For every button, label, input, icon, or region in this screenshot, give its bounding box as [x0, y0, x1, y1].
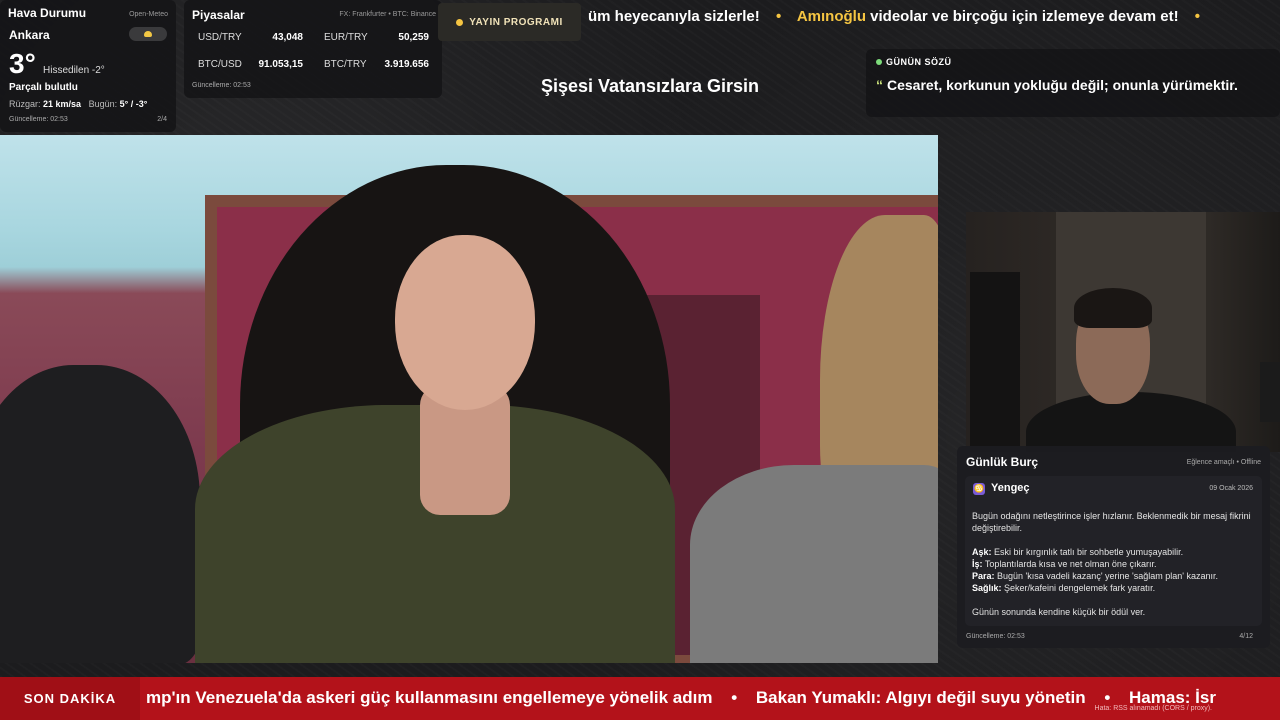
markets-updated: Güncelleme: 02:53: [192, 82, 251, 89]
health-text: Şeker/kafeini dengelemek fark yaratır.: [1004, 583, 1156, 593]
horoscope-money: Para: Bugün 'kısa vadeli kazanç' yerine …: [972, 570, 1255, 582]
main-video[interactable]: [0, 135, 938, 663]
webcam-shelf: [970, 272, 1020, 452]
today-value: 5° / -3°: [119, 99, 148, 109]
rate-btc-try: BTC/TRY 3.919.656: [324, 59, 429, 70]
breaking-error: Hata: RSS alınamadı (CORS / proxy).: [1094, 705, 1212, 712]
weather-page: 2/4: [157, 116, 167, 123]
quote-body: Cesaret, korkunun yokluğu değil; onunla …: [887, 77, 1238, 93]
today-label: Bugün:: [88, 99, 118, 109]
quote-title-text: GÜNÜN SÖZÜ: [886, 57, 952, 67]
wind-value: 21 km/sa: [43, 99, 82, 109]
weather-updated: Güncelleme: 02:53: [9, 116, 68, 123]
weather-widget: Hava Durumu Open-Meteo Ankara 3° Hissedi…: [0, 0, 176, 132]
weather-condition: Parçalı bulutlu: [9, 82, 78, 93]
markets-source: FX: Frankfurter • BTC: Binance: [339, 11, 436, 18]
money-text: Bugün 'kısa vadeli kazanç' yerine 'sağla…: [997, 571, 1219, 581]
quote-mark-icon: “: [876, 77, 883, 93]
breaking-separator: •: [731, 688, 738, 707]
crab-icon: ♋: [973, 483, 985, 495]
work-label: İş:: [972, 559, 983, 569]
horoscope-love: Aşk: Eski bir kırgınlık tatlı bir sohbet…: [972, 546, 1255, 558]
horoscope-intro: Bugün odağını netleştirince işler hızlan…: [972, 511, 1251, 533]
weather-temperature: 3°: [9, 48, 36, 79]
markets-widget: Piyasalar FX: Frankfurter • BTC: Binance…: [184, 0, 442, 98]
money-label: Para:: [972, 571, 995, 581]
work-text: Toplantılarda kısa ve net olman öne çıka…: [984, 559, 1157, 569]
ticker-separator: •: [775, 8, 782, 25]
ticker-text: üm heyecanıyla sizlerle!: [588, 8, 760, 25]
rate-label: BTC/USD: [198, 59, 242, 70]
breaking-label: SON DAKİKA: [0, 677, 140, 720]
breaking-news-bar: SON DAKİKA mp'ın Venezuela'da askeri güç…: [0, 677, 1280, 720]
wind-label: Rüzgar:: [9, 99, 41, 109]
ticker-text: videolar ve birçoğu için izlemeye devam …: [870, 8, 1179, 25]
love-text: Eski bir kırgınlık tatlı bir sohbetle yu…: [994, 547, 1184, 557]
breaking-item: Bakan Yumaklı: Algıyı değil suyu yönetin: [755, 688, 1086, 707]
markets-title: Piyasalar: [192, 8, 245, 22]
weather-wind-row: Rüzgar: 21 km/sa Bugün: 5° / -3°: [9, 99, 147, 109]
top-ticker: üm heyecanıyla sizlerle! • Amınoğlu vide…: [588, 8, 1280, 36]
rate-label: BTC/TRY: [324, 59, 367, 70]
horoscope-title: Günlük Burç: [966, 455, 1039, 469]
quote-widget: GÜNÜN SÖZÜ “Cesaret, korkunun yokluğu de…: [866, 49, 1280, 117]
rate-value: 43,048: [272, 32, 303, 43]
weather-city: Ankara: [9, 28, 50, 42]
weather-source: Open-Meteo: [129, 11, 168, 18]
quote-title: GÜNÜN SÖZÜ: [876, 57, 952, 67]
rate-btc-usd: BTC/USD 91.053,15: [198, 59, 303, 70]
breaking-item: mp'ın Venezuela'da askeri güç kullanması…: [146, 688, 713, 707]
webcam-feed[interactable]: [966, 212, 1280, 452]
horoscope-health: Sağlık: Şeker/kafeini dengelemek fark ya…: [972, 582, 1255, 594]
breaking-ticker: mp'ın Venezuela'da askeri güç kullanması…: [146, 688, 1216, 708]
horoscope-closing: Günün sonunda kendine küçük bir ödül ver…: [972, 607, 1146, 617]
webcam-streamer-hair: [1074, 288, 1152, 328]
rate-eur-try: EUR/TRY 50,259: [324, 32, 429, 43]
horoscope-page: 4/12: [1239, 633, 1253, 640]
horoscope-work: İş: Toplantılarda kısa ve net olman öne …: [972, 558, 1255, 570]
ticker-highlight: Amınoğlu: [796, 8, 866, 25]
partly-cloudy-icon: [129, 27, 167, 41]
horoscope-date: 09 Ocak 2026: [1209, 485, 1253, 492]
rate-value: 3.919.656: [384, 59, 430, 70]
rate-value: 91.053,15: [258, 59, 304, 70]
horoscope-updated: Güncelleme: 02:53: [966, 633, 1025, 640]
horoscope-body: Bugün odağını netleştirince işler hızlan…: [972, 510, 1255, 618]
rate-label: EUR/TRY: [324, 32, 368, 43]
schedule-button[interactable]: YAYIN PROGRAMI: [438, 3, 581, 41]
rate-label: USD/TRY: [198, 32, 242, 43]
horoscope-meta: Eğlence amaçlı • Offline: [1186, 459, 1261, 466]
horoscope-sign: Yengeç: [991, 482, 1030, 494]
video-person-right-body: [690, 465, 938, 663]
stream-title: Şişesi Vatansızlara Girsin: [540, 76, 760, 96]
horoscope-card: ♋ Yengeç 09 Ocak 2026 Bugün odağını netl…: [965, 476, 1262, 626]
ticker-separator: •: [1194, 8, 1201, 25]
love-label: Aşk:: [972, 547, 992, 557]
video-person-center-face: [395, 235, 535, 410]
weather-feels-like: Hissedilen -2°: [43, 65, 105, 76]
horoscope-widget: Günlük Burç Eğlence amaçlı • Offline ♋ Y…: [957, 446, 1270, 648]
microphone-icon: [1260, 362, 1280, 422]
health-label: Sağlık:: [972, 583, 1002, 593]
schedule-dot-icon: [456, 18, 464, 26]
rate-value: 50,259: [398, 32, 429, 43]
rate-usd-try: USD/TRY 43,048: [198, 32, 303, 43]
video-person-left: [0, 365, 200, 663]
quote-text: “Cesaret, korkunun yokluğu değil; onunla…: [876, 77, 1238, 93]
quote-dot-icon: [876, 59, 882, 65]
schedule-label: YAYIN PROGRAMI: [469, 16, 563, 28]
